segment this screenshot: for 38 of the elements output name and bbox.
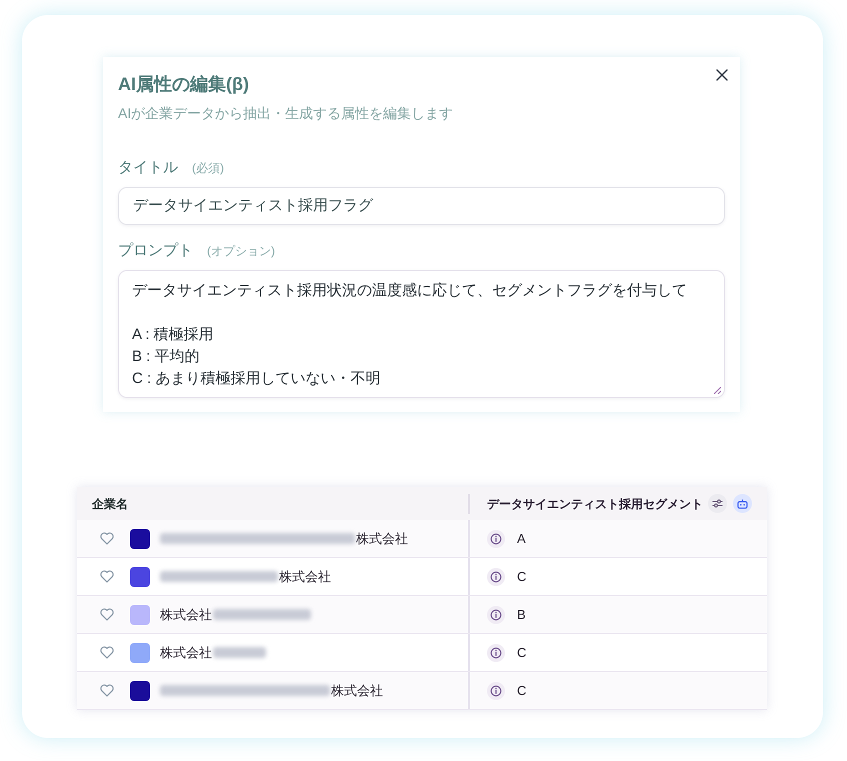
info-icon[interactable] [487,644,505,662]
segment-value: C [517,568,526,586]
field-hint: (オプション) [207,243,275,260]
heart-icon[interactable] [100,684,114,697]
column-header: 企業名 [92,496,128,512]
close-button[interactable] [714,67,730,83]
close-icon [716,69,728,81]
dialog-subtitle: AIが企業データから抽出・生成する属性を編集します [118,104,454,123]
heart-icon[interactable] [100,570,114,583]
field-label: プロンプト [118,241,193,261]
company-name: 株式会社 [331,682,383,700]
info-icon[interactable] [487,682,505,700]
filter-settings-button[interactable] [708,494,727,513]
company-name: 株式会社 [160,606,212,624]
dialog-title: AI属性の編集(β) [118,73,249,95]
prompt-textarea[interactable]: データサイエンティスト採用状況の温度感に応じて、セグメントフラグを付与して A : 積極採用 B : 平均的 C : あまり積極採用していない・不明 [118,270,725,398]
sliders-icon [712,499,723,508]
segment-value: C [517,644,526,662]
info-icon[interactable] [487,606,505,624]
resize-handle-icon[interactable] [714,387,721,394]
info-icon[interactable] [487,530,505,548]
info-icon[interactable] [487,568,505,586]
field-label: タイトル [118,158,178,178]
robot-icon [737,498,748,508]
segment-value: B [517,606,526,624]
company-name: 株式会社 [356,530,408,548]
segment-value: A [517,530,526,548]
heart-icon[interactable] [100,608,114,621]
column-header: データサイエンティスト採用セグメント [487,496,703,512]
company-name: 株式会社 [160,644,212,662]
heart-icon[interactable] [100,532,114,545]
field-hint: (必須) [192,160,224,177]
blurred-name-redaction [213,647,266,658]
segment-value: C [517,682,526,700]
ai-assistant-button[interactable] [733,494,752,513]
heart-icon[interactable] [100,646,114,659]
company-name: 株式会社 [279,568,331,586]
title-input[interactable]: データサイエンティスト採用フラグ [118,187,725,225]
